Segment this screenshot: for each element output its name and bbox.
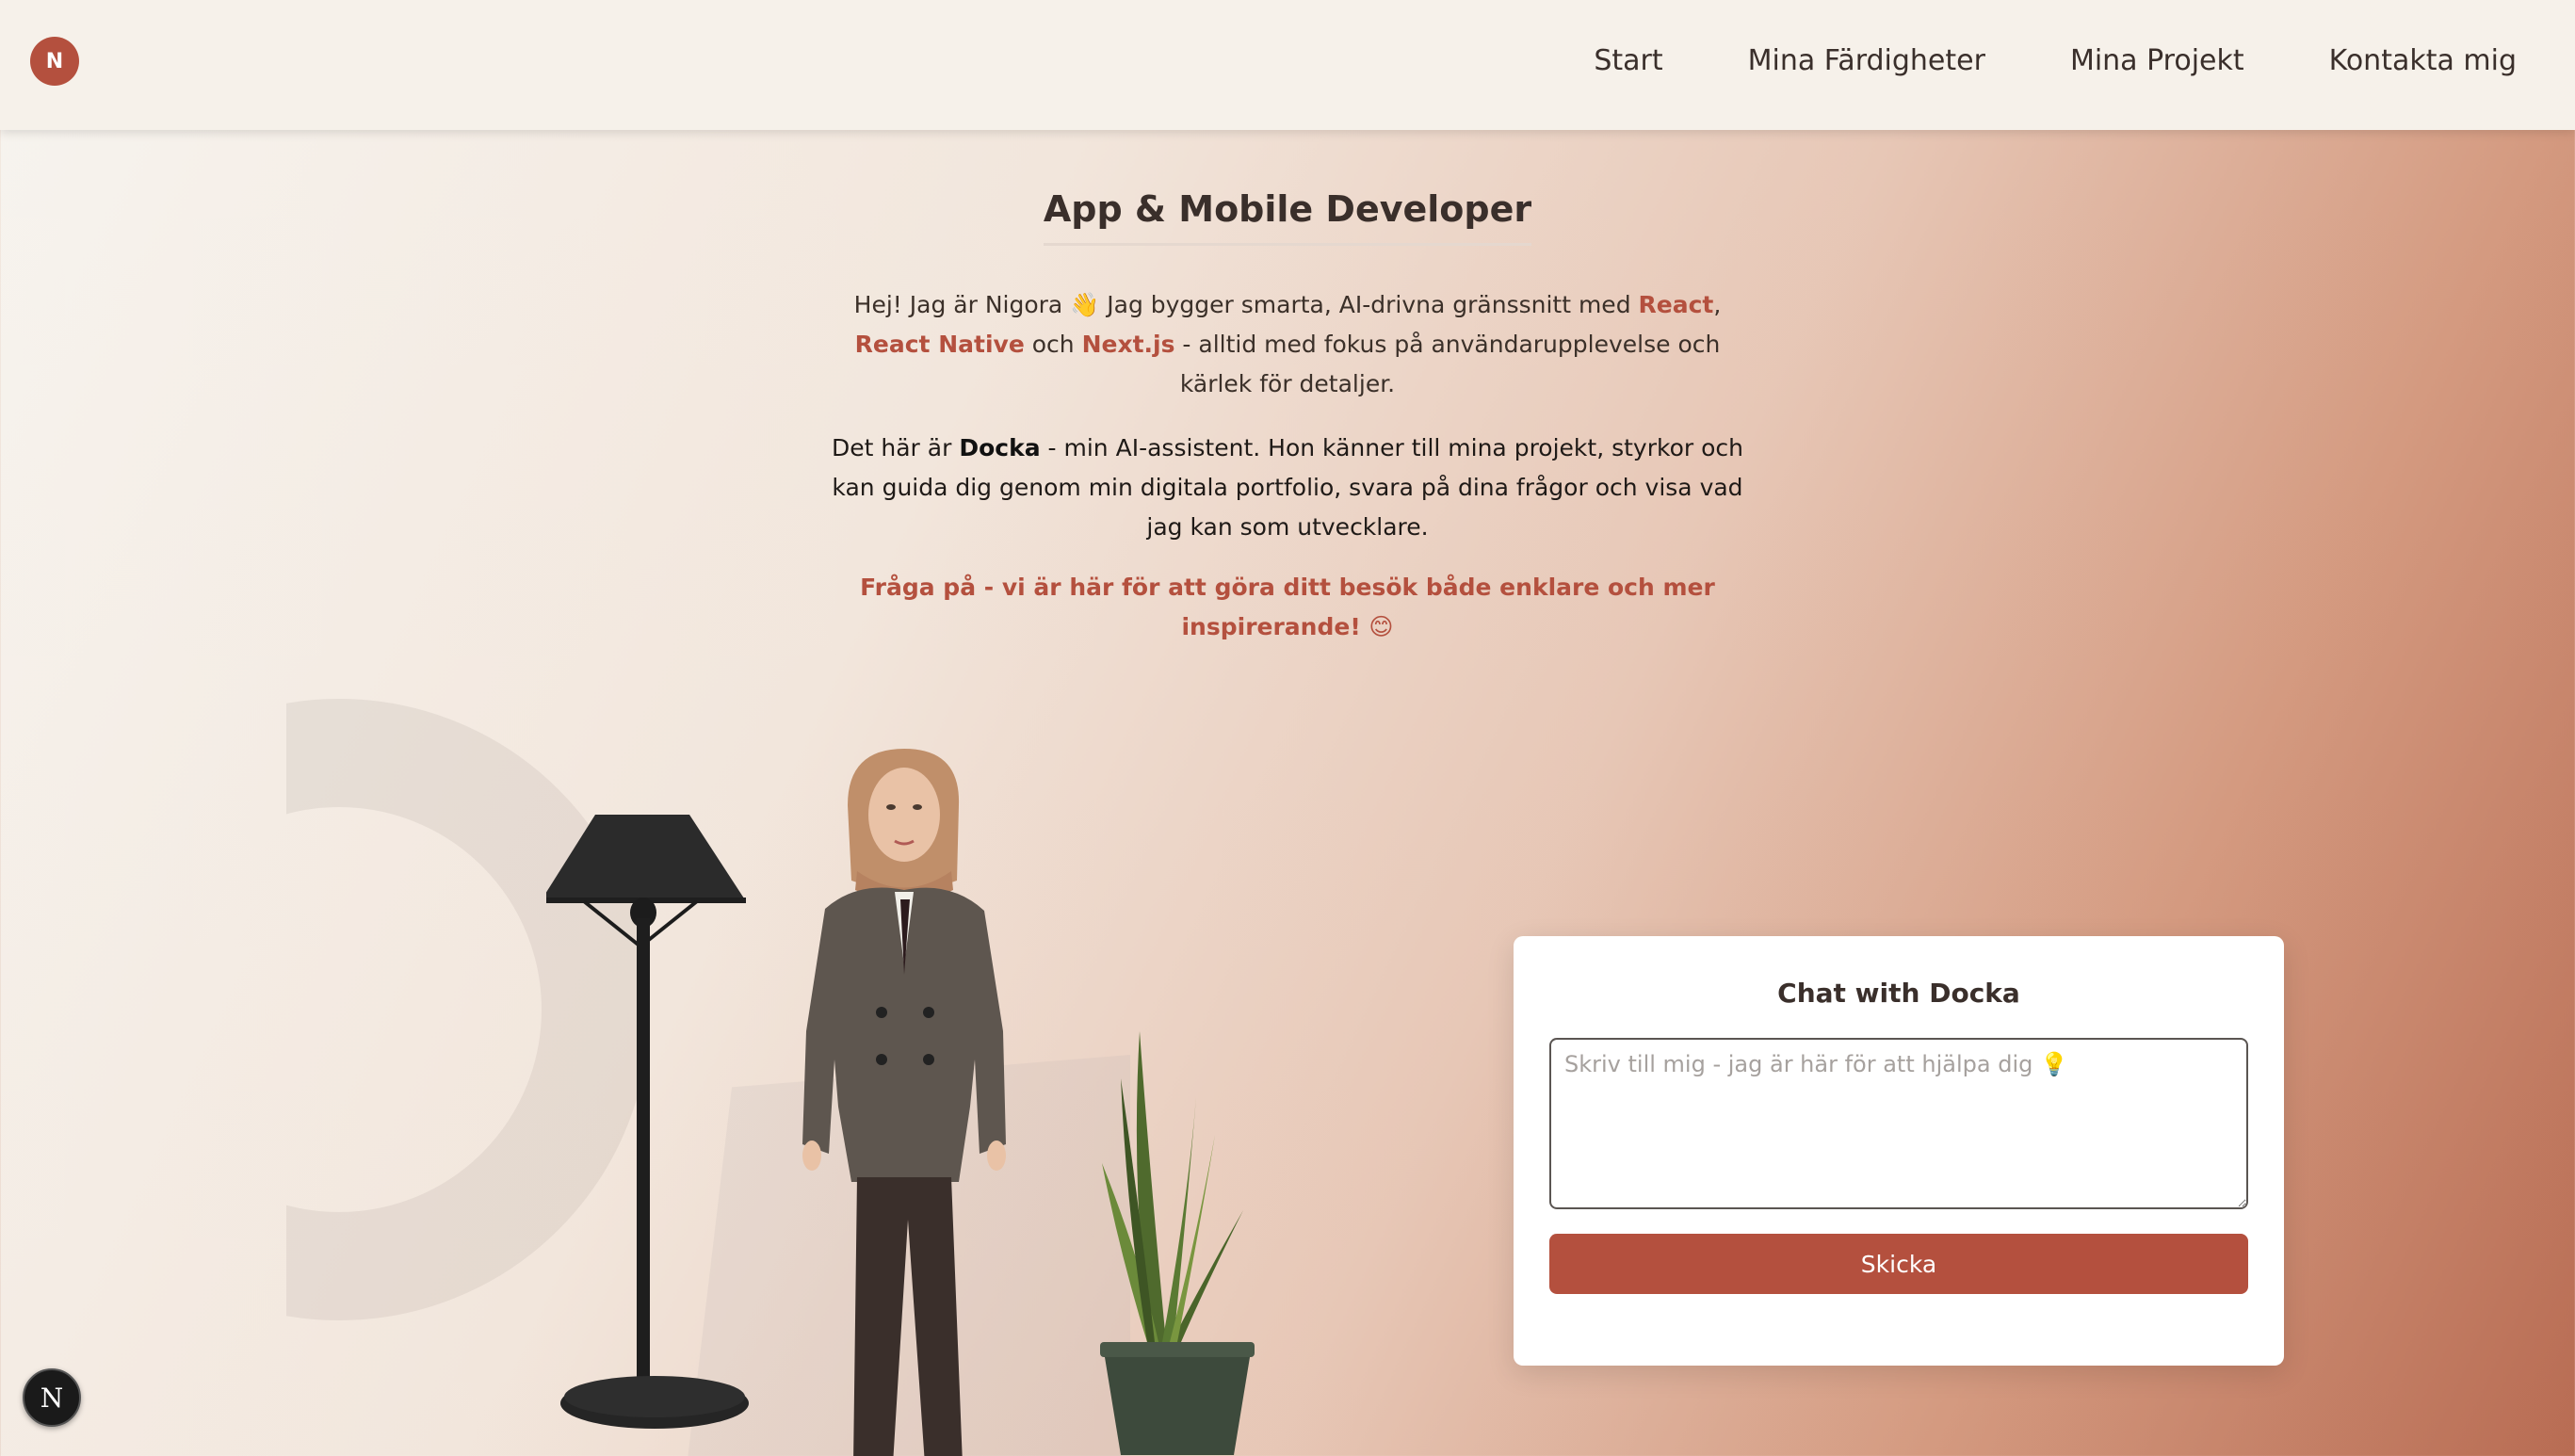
nav-links: Start Mina Färdigheter Mina Projekt Kont… [1594,38,2517,85]
hero-section: App & Mobile Developer Hej! Jag är Nigor… [817,188,1758,647]
cta-text: Fråga på - vi är här för att göra ditt b… [860,574,1715,640]
page-title: App & Mobile Developer [1043,188,1532,246]
nav-projects[interactable]: Mina Projekt [2070,38,2244,85]
docka-paragraph: Det här är Docka - min AI-assistent. Hon… [821,429,1754,547]
intro-comma: , [1713,291,1722,318]
chat-title: Chat with Docka [1777,978,2020,1009]
intro-text-end: - alltid med fokus på användarupplevelse… [1174,331,1721,397]
nav-contact[interactable]: Kontakta mig [2329,38,2517,85]
floor-lamp-illustration [546,815,749,1429]
send-button[interactable]: Skicka [1549,1234,2248,1294]
docka-text-start: Det här är [832,434,960,461]
nextjs-dev-badge[interactable]: N [23,1368,81,1427]
tech-react-native: React Native [854,331,1025,358]
nav-start[interactable]: Start [1594,38,1662,85]
intro-paragraph: Hej! Jag är Nigora 👋 Jag bygger smarta, … [821,285,1754,404]
docka-name: Docka [959,434,1041,461]
chat-message-input[interactable] [1549,1038,2248,1209]
intro-och: och [1024,331,1082,358]
chat-panel: Chat with Docka Skicka [1514,936,2284,1366]
tech-nextjs: Next.js [1081,331,1175,358]
top-navbar: N Start Mina Färdigheter Mina Projekt Ko… [0,0,2575,130]
tech-react: React [1638,291,1714,318]
intro-text-start: Hej! Jag är Nigora 👋 Jag bygger smarta, … [853,291,1639,318]
logo-badge[interactable]: N [30,37,79,86]
nav-skills[interactable]: Mina Färdigheter [1748,38,1985,85]
potted-plant-illustration [1100,1031,1255,1455]
docka-avatar [802,749,1006,1456]
